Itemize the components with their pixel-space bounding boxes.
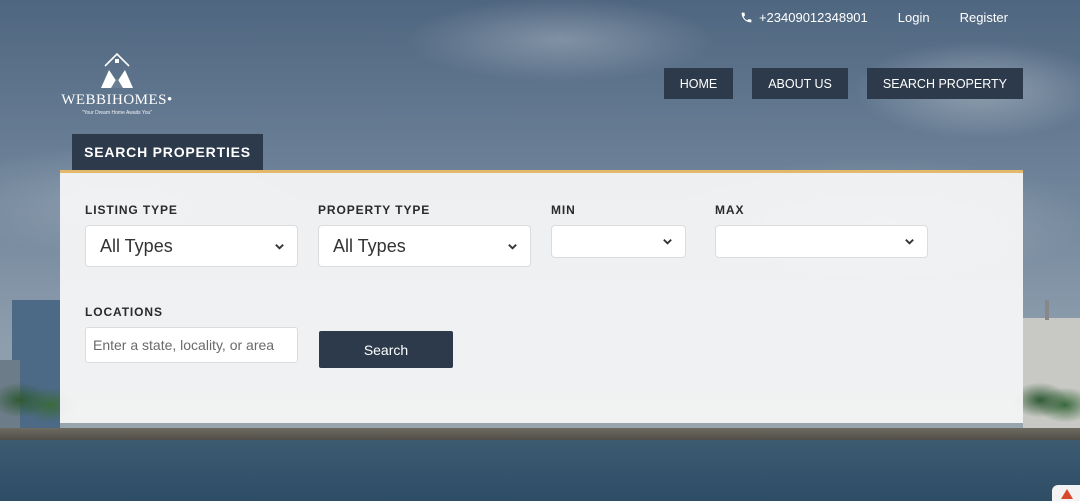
- listing-type-value: All Types: [100, 235, 173, 256]
- nav-about-button[interactable]: ABOUT US: [752, 68, 848, 99]
- login-link[interactable]: Login: [898, 10, 930, 25]
- nav-search-property-button[interactable]: SEARCH PROPERTY: [866, 68, 1023, 99]
- max-price-select[interactable]: [715, 225, 928, 258]
- max-label: MAX: [715, 203, 745, 217]
- water: [0, 440, 1080, 501]
- chevron-down-icon: [508, 243, 517, 250]
- arrow-icon: [1061, 489, 1073, 499]
- min-label: MIN: [551, 203, 576, 217]
- brand-name: WEBBIHOMES•: [61, 92, 173, 108]
- search-button[interactable]: Search: [319, 331, 453, 368]
- site-logo[interactable]: WEBBIHOMES• "Your Dream Home Awaits You": [58, 48, 176, 120]
- search-properties-tab[interactable]: SEARCH PROPERTIES: [72, 134, 263, 170]
- chevron-down-icon: [905, 239, 914, 245]
- corner-badge[interactable]: [1052, 485, 1080, 501]
- main-nav: HOME ABOUT US SEARCH PROPERTY: [663, 68, 1023, 99]
- antenna: [1045, 300, 1049, 320]
- brand-tagline: "Your Dream Home Awaits You": [81, 110, 153, 116]
- search-panel: LISTING TYPE All Types PROPERTY TYPE All…: [60, 170, 1023, 423]
- chevron-down-icon: [663, 239, 672, 245]
- top-bar: +23409012348901 Login Register: [740, 8, 1008, 26]
- house-logo-icon: [101, 52, 133, 88]
- chevron-down-icon: [275, 243, 284, 250]
- listing-type-label: LISTING TYPE: [85, 203, 178, 217]
- phone-number: +23409012348901: [758, 9, 868, 25]
- property-type-value: All Types: [333, 235, 406, 256]
- listing-type-select[interactable]: All Types: [85, 225, 298, 267]
- phone-icon: [741, 12, 752, 22]
- property-type-label: PROPERTY TYPE: [318, 203, 431, 217]
- min-price-select[interactable]: [551, 225, 686, 258]
- register-link[interactable]: Register: [960, 10, 1008, 25]
- nav-home-button[interactable]: HOME: [663, 68, 734, 99]
- property-type-select[interactable]: All Types: [318, 225, 531, 267]
- locations-input[interactable]: [85, 327, 298, 363]
- phone-contact[interactable]: +23409012348901: [740, 10, 868, 25]
- locations-label: LOCATIONS: [85, 305, 163, 319]
